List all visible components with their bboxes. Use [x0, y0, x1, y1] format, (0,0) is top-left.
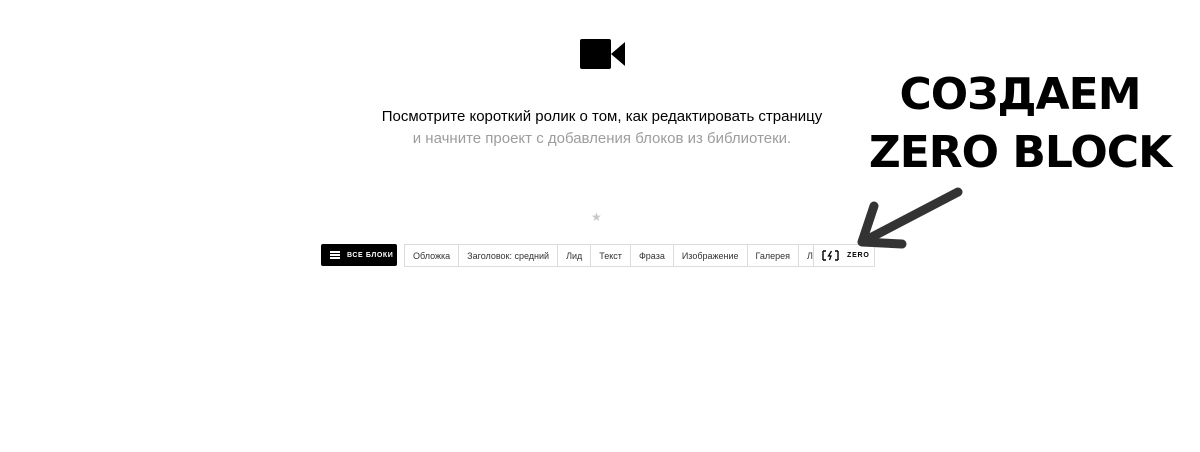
zero-block-icon — [822, 250, 839, 261]
block-item-cover[interactable]: Обложка — [405, 245, 458, 266]
block-item-lead[interactable]: Лид — [557, 245, 590, 266]
menu-lines-icon — [330, 251, 340, 259]
annotation-line-1: СОЗДАЕМ — [899, 69, 1141, 120]
star-icon: ★ — [591, 210, 602, 224]
block-type-bar: Обложка Заголовок: средний Лид Текст Фра… — [404, 244, 842, 267]
block-item-image[interactable]: Изображение — [672, 245, 747, 266]
all-blocks-button[interactable]: ВСЕ БЛОКИ — [321, 244, 397, 266]
arrow-icon — [857, 187, 963, 249]
video-camera-icon[interactable] — [580, 38, 626, 70]
all-blocks-label: ВСЕ БЛОКИ — [347, 251, 394, 259]
annotation-text: СОЗДАЕМ ZERO BLOCK — [860, 66, 1180, 182]
block-item-phrase[interactable]: Фраза — [629, 245, 673, 266]
page: Посмотрите короткий ролик о том, как ред… — [0, 0, 1200, 452]
block-item-heading-medium[interactable]: Заголовок: средний — [458, 245, 557, 266]
block-item-gallery[interactable]: Галерея — [746, 245, 799, 266]
block-item-text[interactable]: Текст — [590, 245, 630, 266]
annotation-line-2: ZERO BLOCK — [868, 127, 1172, 178]
